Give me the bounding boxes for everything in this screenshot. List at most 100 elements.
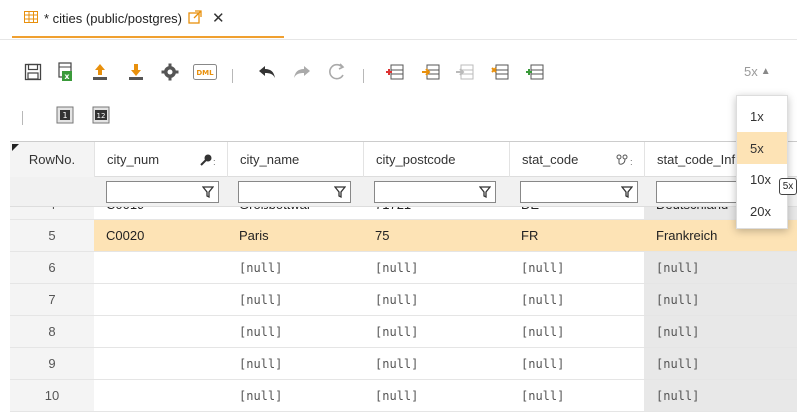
cell-city-name[interactable]: [null] [227, 348, 363, 379]
filter-city-postcode-input[interactable] [377, 182, 475, 202]
table-row[interactable]: 7 [null] [null] [null] [null] [10, 284, 797, 316]
cell-stat-code-info[interactable]: [null] [644, 252, 797, 283]
header-city-num[interactable]: city_num 1 [94, 142, 227, 177]
svg-text:12: 12 [97, 112, 106, 120]
header-city-postcode[interactable]: city_postcode [363, 142, 509, 177]
filter-city-name-input[interactable] [241, 182, 330, 202]
cell-city-num[interactable] [94, 284, 227, 315]
filter-icon[interactable] [479, 185, 491, 199]
filter-city-num[interactable] [106, 181, 219, 203]
open-external-icon[interactable] [188, 9, 202, 27]
cell-city-name[interactable]: [null] [227, 252, 363, 283]
table-row-selected[interactable]: 5 C0020 Paris 75 FR Frankreich [10, 220, 797, 252]
cell-city-num[interactable] [94, 252, 227, 283]
cell-stat-code-info[interactable]: [null] [644, 348, 797, 379]
close-icon[interactable]: ✕ [212, 9, 225, 27]
export-excel-icon[interactable]: x [52, 59, 78, 85]
filter-row [10, 177, 797, 207]
cell-stat-code[interactable]: [null] [509, 316, 644, 347]
cell-city-num[interactable] [94, 348, 227, 379]
cell-stat-code-info[interactable]: [null] [644, 316, 797, 347]
speed-option-5x[interactable]: 5x [737, 132, 787, 164]
table-row[interactable]: 8 [null] [null] [null] [null] [10, 316, 797, 348]
cell-city-postcode[interactable]: [null] [363, 252, 509, 283]
cell-stat-code[interactable]: [null] [509, 380, 644, 411]
foreign-key-icon: 1 [616, 154, 634, 169]
settings-icon[interactable] [157, 59, 183, 85]
download-icon[interactable] [123, 59, 149, 85]
chevron-up-icon: ▲ [760, 66, 771, 77]
header-stat-code[interactable]: stat_code 1 [509, 142, 644, 177]
svg-text:1: 1 [213, 159, 215, 166]
filter-stat-code[interactable] [520, 181, 638, 203]
tab-cities[interactable]: * cities (public/postgres) ✕ [12, 0, 284, 38]
svg-text:DML: DML [196, 69, 214, 77]
row-number: 9 [10, 348, 94, 379]
single-record-icon[interactable]: 1 [52, 102, 78, 128]
table-row[interactable]: 4 C0019 Großbottwar 71721 DE Deutschland [10, 207, 797, 220]
toolbar-separator [232, 69, 233, 83]
cell-city-postcode[interactable]: [null] [363, 316, 509, 347]
svg-text:x: x [64, 72, 70, 81]
multi-record-icon[interactable]: 12 [88, 102, 114, 128]
speed-dropdown-menu: 1x 5x 10x 20x [736, 95, 788, 229]
filter-icon[interactable] [621, 185, 633, 199]
svg-text:1: 1 [630, 159, 632, 166]
primary-key-icon: 1 [199, 154, 217, 169]
insert-row-icon[interactable] [382, 59, 408, 85]
speed-option-1x[interactable]: 1x [737, 100, 787, 132]
insert-row-before-icon[interactable] [418, 59, 444, 85]
insert-row-after-icon[interactable] [452, 59, 478, 85]
speed-selector[interactable]: 5x ▲ [744, 64, 771, 79]
grid-header: RowNo. city_num 1 city_name city_postcod… [10, 141, 797, 177]
filter-stat-code-input[interactable] [523, 182, 617, 202]
tab-title: * cities (public/postgres) [44, 10, 182, 26]
save-icon[interactable] [20, 59, 46, 85]
filter-icon[interactable] [202, 185, 214, 199]
cell-city-name[interactable]: [null] [227, 316, 363, 347]
select-all-corner[interactable] [12, 144, 19, 151]
filter-city-num-input[interactable] [109, 182, 198, 202]
cell-city-postcode[interactable]: [null] [363, 284, 509, 315]
row-number: 10 [10, 380, 94, 411]
cell-city-postcode[interactable]: [null] [363, 348, 509, 379]
copy-row-icon[interactable] [487, 59, 513, 85]
cell-stat-code[interactable]: [null] [509, 284, 644, 315]
cell-city-postcode[interactable]: [null] [363, 380, 509, 411]
cell-city-name[interactable]: [null] [227, 284, 363, 315]
cell-city-num[interactable]: C0020 [94, 220, 227, 251]
refresh-icon[interactable] [324, 59, 350, 85]
table-row[interactable]: 10 [null] [null] [null] [null] [10, 380, 797, 412]
speed-value: 5x [744, 64, 758, 79]
row-number: 6 [10, 252, 94, 283]
tab-bar: * cities (public/postgres) ✕ [0, 0, 797, 40]
delete-row-icon[interactable] [522, 59, 548, 85]
cell-stat-code[interactable]: [null] [509, 348, 644, 379]
table-row[interactable]: 6 [null] [null] [null] [null] [10, 252, 797, 284]
upload-icon[interactable] [87, 59, 113, 85]
cell-city-name[interactable]: [null] [227, 380, 363, 411]
filter-city-name[interactable] [238, 181, 351, 203]
filter-city-postcode[interactable] [374, 181, 496, 203]
undo-icon[interactable] [254, 59, 280, 85]
filter-icon[interactable] [334, 185, 346, 199]
toolbar-separator [363, 69, 364, 83]
row-number: 8 [10, 316, 94, 347]
cell-city-num[interactable] [94, 380, 227, 411]
cell-city-num[interactable] [94, 316, 227, 347]
cell-stat-code-info[interactable]: [null] [644, 380, 797, 411]
dml-icon[interactable]: DML [190, 59, 220, 85]
header-rowno[interactable]: RowNo. [10, 142, 94, 177]
table-row[interactable]: 9 [null] [null] [null] [null] [10, 348, 797, 380]
cell-city-name[interactable]: Paris [227, 220, 363, 251]
cell-city-postcode[interactable]: 75 [363, 220, 509, 251]
cell-stat-code-info[interactable]: [null] [644, 284, 797, 315]
cell-stat-code[interactable]: [null] [509, 252, 644, 283]
toolbar-separator [22, 111, 23, 125]
speed-tooltip: 5x [779, 178, 797, 195]
cell-stat-code[interactable]: FR [509, 220, 644, 251]
speed-option-20x[interactable]: 20x [737, 195, 787, 227]
data-grid: RowNo. city_num 1 city_name city_postcod… [10, 141, 797, 415]
redo-icon[interactable] [289, 59, 315, 85]
header-city-name[interactable]: city_name [227, 142, 363, 177]
